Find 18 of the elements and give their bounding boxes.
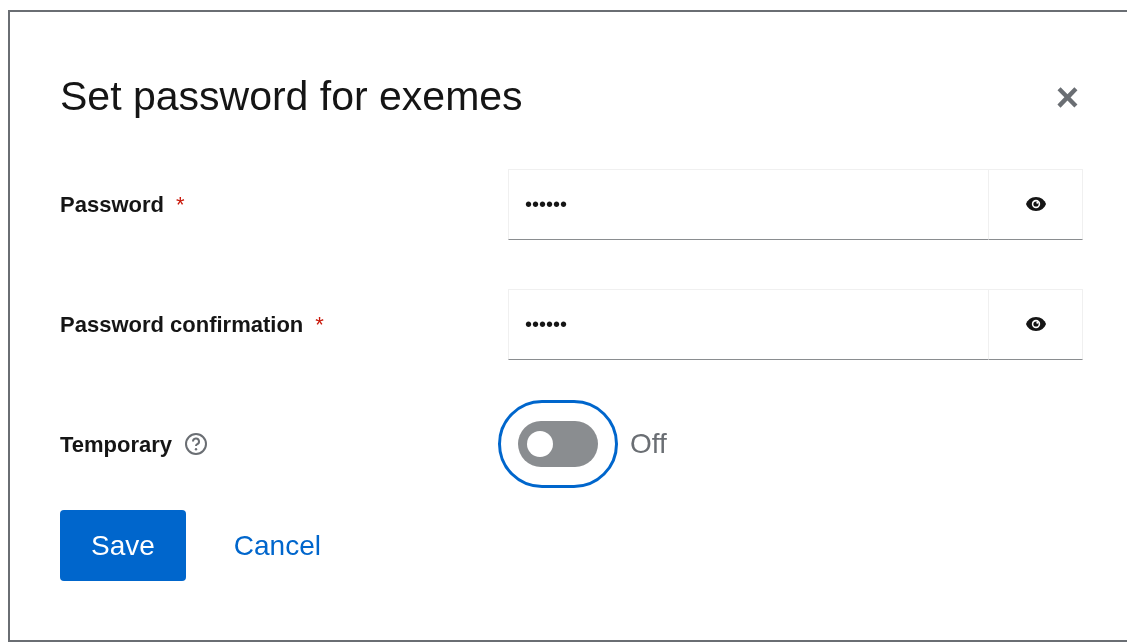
close-button[interactable]: ×: [1051, 77, 1083, 117]
show-password-button[interactable]: [989, 168, 1083, 240]
switch-state-label: Off: [630, 427, 667, 461]
required-mark: *: [175, 190, 185, 219]
password-field[interactable]: ••••••: [508, 288, 989, 360]
dialog-title: Set password for exemes: [60, 72, 523, 122]
field-label: Password: [60, 190, 164, 219]
cancel-link[interactable]: Cancel: [205, 510, 349, 581]
eye-icon: [1024, 196, 1047, 212]
show-password-button[interactable]: [989, 288, 1083, 360]
toggle-switch[interactable]: [498, 400, 618, 488]
field-label: Temporary: [60, 430, 173, 459]
help-icon[interactable]: [184, 432, 209, 456]
required-mark: *: [315, 310, 324, 339]
field-label: Password confirmation: [60, 310, 304, 339]
password-field[interactable]: ••••••: [508, 168, 989, 240]
save-button[interactable]: Save: [60, 510, 186, 581]
eye-icon: [1024, 316, 1047, 332]
